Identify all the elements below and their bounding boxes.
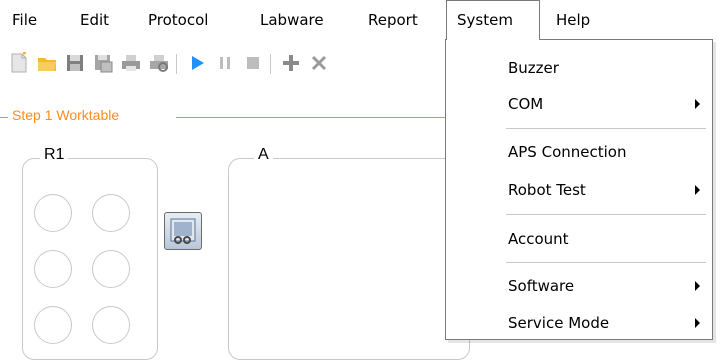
step-frame-line-right [176, 117, 446, 118]
submenu-arrow-icon [695, 185, 700, 195]
well[interactable] [92, 194, 130, 232]
pause-icon[interactable] [214, 52, 236, 74]
step-frame-line-left [0, 117, 8, 118]
menu-item-label: Software [508, 277, 575, 295]
menu-item-robot-test[interactable]: Robot Test [446, 174, 712, 206]
step-title: Step 1 Worktable [12, 107, 120, 123]
toolbar-separator [176, 54, 177, 74]
save-as-icon[interactable] [92, 52, 114, 74]
menu-item-label: Robot Test [508, 181, 586, 199]
open-icon[interactable] [36, 52, 58, 74]
delete-icon[interactable] [308, 52, 330, 74]
well[interactable] [92, 250, 130, 288]
menu-item-com[interactable]: COM [446, 88, 712, 120]
menu-item-aps-connection[interactable]: APS Connection [446, 136, 712, 168]
group-a-frame [228, 158, 470, 360]
menu-item-software[interactable]: Software [446, 270, 712, 302]
new-icon[interactable] [8, 52, 30, 74]
menu-item-account[interactable]: Account [446, 223, 712, 255]
menu-item-service-mode[interactable]: Service Mode [446, 307, 712, 339]
print-icon[interactable] [120, 52, 142, 74]
menu-report[interactable]: Report [360, 0, 426, 40]
labware-link-button[interactable] [164, 212, 202, 250]
menu-item-label: COM [508, 95, 544, 113]
menu-system[interactable]: System [446, 0, 540, 40]
system-menu-dropdown: Buzzer COM APS Connection Robot Test Acc… [445, 39, 713, 340]
menu-item-label: Service Mode [508, 314, 610, 332]
stop-icon[interactable] [242, 52, 264, 74]
well[interactable] [34, 250, 72, 288]
menu-protocol[interactable]: Protocol [140, 0, 216, 40]
save-icon[interactable] [64, 52, 86, 74]
toolbar [0, 52, 460, 78]
toolbar-separator [270, 54, 271, 74]
menu-help[interactable]: Help [548, 0, 598, 40]
menu-item-label: APS Connection [508, 143, 627, 161]
submenu-arrow-icon [695, 281, 700, 291]
add-icon[interactable] [280, 52, 302, 74]
menu-edit[interactable]: Edit [72, 0, 117, 40]
well[interactable] [34, 194, 72, 232]
submenu-arrow-icon [695, 99, 700, 109]
menu-item-label: Account [508, 230, 569, 248]
menu-bar: File Edit Protocol Labware Report System… [0, 0, 720, 40]
menu-separator [506, 214, 706, 215]
menu-item-label: Buzzer [508, 59, 559, 77]
menu-item-buzzer[interactable]: Buzzer [446, 52, 712, 84]
labware-link-icon [170, 218, 196, 244]
menu-separator [506, 128, 706, 129]
well[interactable] [92, 306, 130, 344]
group-a-label: A [254, 146, 273, 164]
print-preview-icon[interactable] [148, 52, 170, 74]
well[interactable] [34, 306, 72, 344]
group-r1-label: R1 [40, 146, 69, 164]
run-icon[interactable] [186, 52, 208, 74]
submenu-arrow-icon [695, 318, 700, 328]
menu-separator [506, 262, 706, 263]
menu-file[interactable]: File [4, 0, 45, 40]
menu-labware[interactable]: Labware [252, 0, 332, 40]
